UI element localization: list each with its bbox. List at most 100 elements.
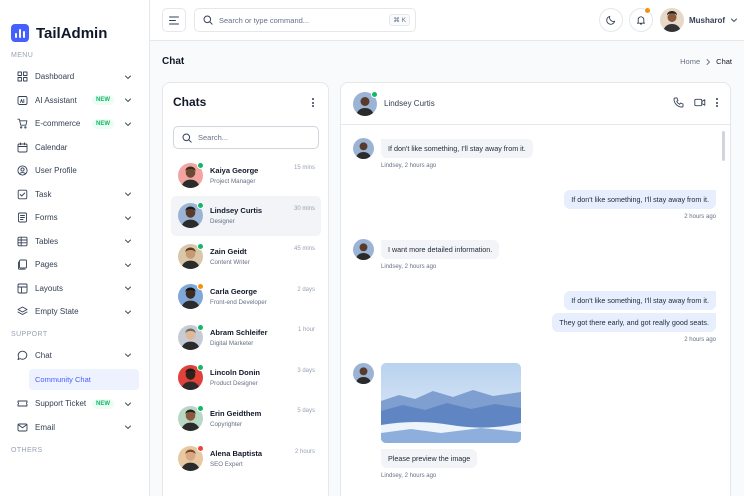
contact-last-seen: 2 hours	[294, 448, 315, 455]
presence-status-dot	[197, 404, 204, 412]
sidebar-item-label: Tables	[35, 236, 59, 246]
sidebar-item-label: AI Assistant	[35, 95, 77, 105]
user-avatar	[660, 8, 684, 32]
sidebar-item-task[interactable]: Task	[0, 183, 149, 207]
form-icon	[17, 212, 28, 223]
sidebar-item-dashboard[interactable]: Dashboard	[0, 65, 149, 89]
contact-item[interactable]: Zain Geidt Content Writer 45 mins	[171, 236, 321, 277]
sidebar-item-label: Empty State	[35, 307, 79, 317]
sidebar-item-user-profile[interactable]: User Profile	[0, 159, 149, 183]
breadcrumb-home[interactable]: Home	[680, 57, 700, 66]
menu-icon	[169, 16, 179, 24]
chevron-down-icon	[125, 286, 131, 291]
contact-item[interactable]: Lindsey Curtis Designer 30 mins	[171, 195, 321, 236]
chevron-down-icon	[125, 353, 131, 358]
message-incoming: I want more detailed information. Lindse…	[381, 239, 500, 270]
sidebar-item-chat[interactable]: Chat	[0, 344, 149, 368]
video-icon[interactable]	[694, 97, 706, 108]
chevron-down-icon	[125, 310, 131, 314]
sidebar-item-pages[interactable]: Pages	[0, 253, 149, 277]
sidebar-item-tables[interactable]: Tables	[0, 230, 149, 254]
theme-toggle-button[interactable]	[599, 8, 623, 32]
contact-avatar	[178, 161, 204, 188]
sidebar-item-label: E-commerce	[35, 119, 81, 129]
chevron-down-icon	[125, 98, 131, 103]
chats-more-options-icon[interactable]	[312, 98, 314, 107]
sidebar-item-e-commerce[interactable]: E-commerce NEW	[0, 112, 149, 136]
task-icon	[17, 189, 28, 200]
chevron-down-icon	[125, 239, 131, 244]
brand[interactable]: TailAdmin	[0, 0, 149, 50]
sidebar-item-layouts[interactable]: Layouts	[0, 277, 149, 301]
chevron-down-icon	[125, 425, 131, 430]
conversation-header: Lindsey Curtis	[341, 83, 730, 125]
global-search[interactable]: ⌘ K	[194, 8, 416, 32]
ai-icon	[17, 95, 28, 106]
chat-search-input[interactable]	[198, 133, 308, 142]
message-incoming-image: Please preview the image Lindsey, 2 hour…	[381, 363, 521, 479]
sidebar-item-support-ticket[interactable]: Support Ticket NEW	[0, 392, 149, 416]
message-meta: Lindsey, 2 hours ago	[381, 473, 437, 479]
message-bubble: If don't like something, I'll stay away …	[381, 139, 533, 158]
contact-item[interactable]: Abram Schleifer Digital Marketer 1 hour	[171, 317, 321, 358]
table-icon	[17, 236, 28, 247]
message-meta: 2 hours ago	[684, 214, 716, 220]
brand-name: TailAdmin	[36, 24, 108, 42]
sidebar-subitem-community-chat[interactable]: Community Chat	[29, 369, 139, 390]
presence-status-dot	[197, 323, 204, 331]
user-icon	[17, 165, 28, 176]
contact-role: Product Designer	[210, 380, 258, 388]
conversation-scrollbar[interactable]	[722, 131, 725, 161]
breadcrumb: Home Chat	[680, 57, 732, 66]
contact-item[interactable]: Erin Geidthem Copyrighter 5 days	[171, 398, 321, 439]
contact-item[interactable]: Alena Baptista SEO Expert 2 hours	[171, 439, 321, 480]
top-header: ⌘ K Musharof	[150, 0, 744, 41]
sidebar-item-forms[interactable]: Forms	[0, 206, 149, 230]
contact-item[interactable]: Carla George Front-end Developer 2 days	[171, 277, 321, 318]
message-bubble: If don't like something, I'll stay away …	[564, 291, 716, 310]
grid-icon	[17, 71, 28, 82]
sidebar-item-label: Email	[35, 422, 56, 432]
contact-item[interactable]: Kaiya George Project Manager 15 mins	[171, 155, 321, 196]
sidebar: TailAdmin MENU Dashboard AI Assistant NEW E…	[0, 0, 150, 496]
new-badge: NEW	[92, 398, 114, 409]
chevron-down-icon	[125, 122, 131, 126]
contact-item[interactable]: Lincoln Donin Product Designer 3 days	[171, 358, 321, 399]
presence-status-dot	[197, 283, 204, 291]
message-image[interactable]	[381, 363, 521, 443]
chevron-down-icon	[731, 18, 737, 23]
user-name: Musharof	[689, 15, 725, 25]
contact-avatar	[178, 283, 204, 310]
phone-icon[interactable]	[673, 97, 684, 108]
sidebar-item-email[interactable]: Email	[0, 416, 149, 440]
moon-icon	[606, 15, 616, 25]
conversation-more-options-icon[interactable]	[716, 98, 718, 107]
message-incoming: If don't like something, I'll stay away …	[381, 138, 533, 169]
sidebar-item-ai-assistant[interactable]: AI Assistant NEW	[0, 89, 149, 113]
message-avatar	[353, 239, 374, 260]
conversation-contact-name: Lindsey Curtis	[384, 99, 435, 108]
message-bubble: They got there early, and got really goo…	[552, 313, 716, 332]
contact-last-seen: 15 mins	[293, 165, 315, 171]
presence-status-dot	[197, 161, 204, 169]
global-search-input[interactable]	[219, 15, 379, 25]
logo-icon	[11, 24, 29, 42]
contact-avatar	[178, 202, 204, 229]
sidebar-toggle-button[interactable]	[162, 8, 186, 32]
support-section-label: SUPPORT	[11, 330, 48, 338]
bell-icon	[636, 16, 646, 25]
sidebar-item-empty-state[interactable]: Empty State	[0, 300, 149, 324]
chats-title: Chats	[173, 95, 207, 109]
message-bubble: I want more detailed information.	[381, 240, 500, 259]
notifications-button[interactable]	[629, 8, 653, 32]
search-icon	[203, 15, 213, 25]
contact-avatar	[178, 445, 204, 472]
contact-role: SEO Expert	[210, 461, 243, 469]
message-meta: Lindsey, 2 hours ago	[381, 163, 437, 169]
user-menu[interactable]: Musharof	[660, 8, 738, 32]
chat-search[interactable]	[173, 126, 319, 149]
sidebar-item-calendar[interactable]: Calendar	[0, 136, 149, 160]
contact-avatar	[178, 404, 204, 431]
message-outgoing: If don't like something, I'll stay away …	[564, 290, 716, 310]
conversation-avatar	[353, 90, 378, 116]
